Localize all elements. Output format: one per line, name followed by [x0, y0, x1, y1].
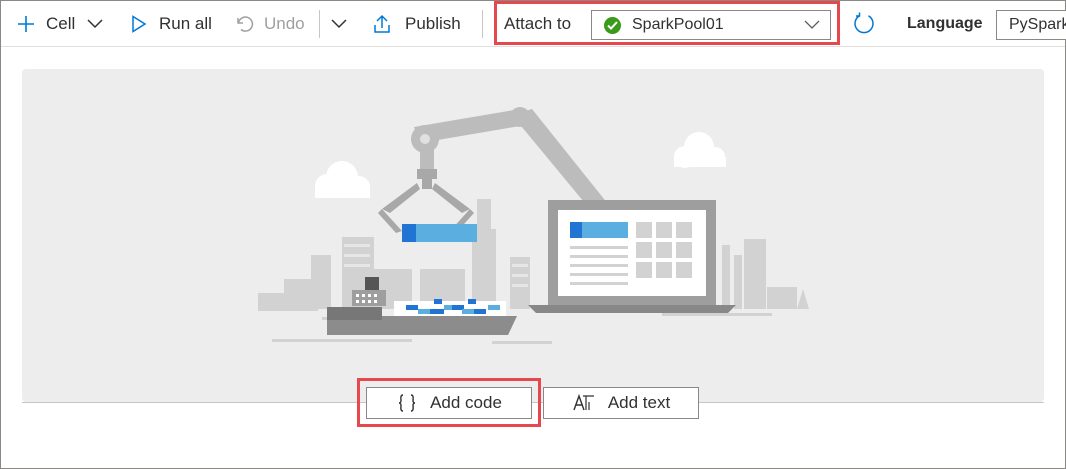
undo-label: Undo	[264, 14, 305, 33]
add-cell-button[interactable]: Cell	[16, 1, 103, 47]
undo-icon	[234, 14, 254, 34]
more-chevron-button[interactable]	[331, 1, 347, 47]
toolbar-separator	[482, 10, 483, 38]
add-code-highlight	[357, 378, 541, 427]
undo-button[interactable]: Undo	[234, 1, 305, 47]
empty-notebook-illustration	[22, 69, 1044, 402]
play-icon	[131, 15, 147, 33]
publish-label: Publish	[405, 14, 461, 33]
run-all-label: Run all	[159, 14, 212, 33]
text-icon	[572, 393, 596, 413]
factory-laptop-illustration	[258, 107, 809, 344]
chevron-down-icon	[331, 19, 347, 29]
cell-label: Cell	[46, 14, 76, 33]
publish-button[interactable]: Publish	[371, 1, 461, 47]
toolbar-separator	[319, 10, 320, 38]
publish-icon	[371, 13, 393, 35]
attach-to-highlight	[494, 1, 840, 45]
run-all-button[interactable]: Run all	[131, 1, 212, 47]
refresh-button[interactable]	[851, 1, 877, 47]
add-text-button[interactable]: Add text	[543, 387, 699, 419]
chevron-down-icon[interactable]	[87, 19, 103, 29]
refresh-icon	[851, 11, 877, 37]
plus-icon	[16, 14, 36, 34]
add-text-label: Add text	[607, 393, 671, 412]
language-value: PySpark	[1009, 16, 1066, 33]
language-text: Language	[907, 15, 983, 32]
language-select[interactable]: PySpark	[996, 10, 1066, 40]
language-label: Language	[907, 1, 983, 47]
